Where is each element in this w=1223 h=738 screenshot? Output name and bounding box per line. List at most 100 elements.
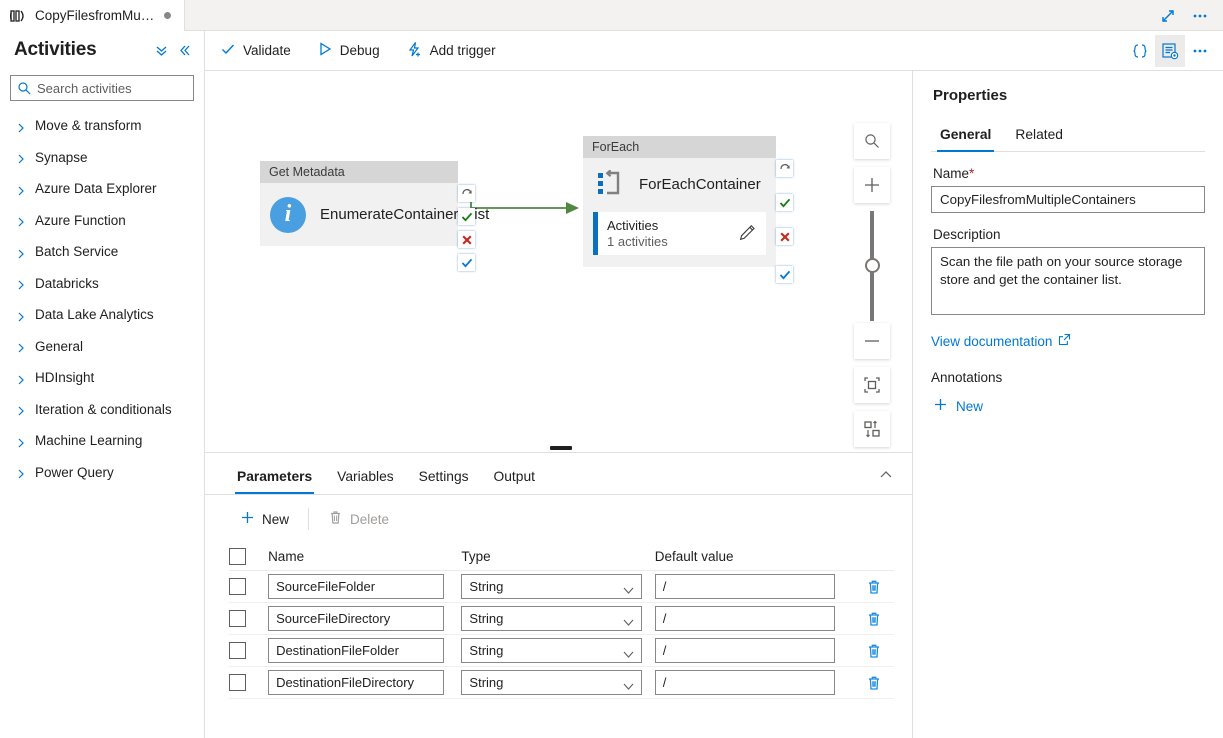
zoom-out-icon[interactable] [854, 323, 890, 359]
zoom-slider-thumb[interactable] [865, 258, 880, 273]
sidebar-item-azure-function[interactable]: Azure Function [0, 205, 204, 237]
sidebar-item-databricks[interactable]: Databricks [0, 268, 204, 300]
sidebar-item-general[interactable]: General [0, 331, 204, 363]
parameter-default-input[interactable] [654, 606, 835, 631]
parameter-name-input[interactable] [268, 606, 445, 631]
new-parameter-button[interactable]: New [231, 504, 298, 534]
sidebar-item-power-query[interactable]: Power Query [0, 457, 204, 489]
external-link-icon [1058, 333, 1071, 349]
pipeline-name-input[interactable] [931, 186, 1205, 213]
new-label: New [262, 511, 290, 527]
chevron-right-icon [16, 152, 26, 164]
delete-parameter-button[interactable]: Delete [319, 504, 398, 534]
debug-button[interactable]: Debug [306, 35, 391, 67]
retry-icon[interactable] [776, 160, 793, 177]
failure-x-icon[interactable] [458, 231, 475, 248]
row-checkbox[interactable] [229, 674, 246, 691]
plus-icon [240, 510, 255, 528]
row-checkbox[interactable] [229, 610, 246, 627]
tab-output[interactable]: Output [484, 469, 545, 494]
annotations-label: Annotations [931, 370, 1003, 385]
parameter-type-select[interactable]: String [461, 638, 643, 663]
zoom-in-icon[interactable] [854, 167, 890, 203]
validate-button[interactable]: Validate [209, 35, 302, 67]
select-all-checkbox[interactable] [229, 548, 246, 565]
pipeline-description-textarea[interactable]: Scan the file path on your source storag… [931, 247, 1205, 315]
zoom-search-icon[interactable] [854, 123, 890, 159]
sidebar-item-azure-data-explorer[interactable]: Azure Data Explorer [0, 173, 204, 205]
expand-icon[interactable] [1153, 2, 1183, 30]
parameter-type-select[interactable]: String [461, 574, 643, 599]
retry-icon[interactable] [458, 185, 475, 202]
parameter-default-input[interactable] [654, 670, 835, 695]
panel-resize-handle[interactable] [550, 446, 572, 450]
table-header-row: Name Type Default value [229, 543, 894, 571]
auto-align-icon[interactable] [854, 411, 890, 447]
properties-tabs: General Related [931, 114, 1205, 152]
search-input[interactable] [37, 80, 193, 96]
sidebar-item-machine-learning[interactable]: Machine Learning [0, 425, 204, 457]
column-header-default: Default value [654, 549, 734, 564]
sidebar-item-iteration-conditionals[interactable]: Iteration & conditionals [0, 394, 204, 426]
activity-node-get-metadata[interactable]: Get Metadata i EnumerateContainersList [260, 161, 489, 271]
success-check-icon[interactable] [776, 194, 793, 211]
tab-parameters[interactable]: Parameters [227, 469, 322, 494]
parameter-name-input[interactable] [268, 574, 445, 599]
sidebar-item-data-lake-analytics[interactable]: Data Lake Analytics [0, 299, 204, 331]
pipeline-canvas[interactable]: Get Metadata i EnumerateContainersList F… [205, 71, 912, 452]
code-view-icon[interactable] [1125, 35, 1155, 67]
more-options-icon[interactable] [1185, 35, 1215, 67]
failure-x-icon[interactable] [776, 228, 793, 245]
tab-variables[interactable]: Variables [327, 469, 404, 494]
row-checkbox[interactable] [229, 642, 246, 659]
trash-icon[interactable] [866, 675, 882, 691]
chevron-right-icon [16, 215, 26, 227]
search-activities-box[interactable] [10, 75, 194, 101]
chevron-up-icon[interactable] [878, 467, 894, 486]
tab-general[interactable]: General [931, 127, 1000, 152]
parameter-default-input[interactable] [654, 574, 835, 599]
sidebar-item-label: Data Lake Analytics [35, 307, 154, 323]
completion-check-icon[interactable] [458, 254, 475, 271]
table-row: String [229, 603, 894, 635]
row-checkbox[interactable] [229, 578, 246, 595]
search-icon [17, 81, 32, 99]
properties-panel-icon[interactable] [1155, 34, 1185, 67]
add-annotation-button[interactable]: New [931, 394, 989, 418]
sidebar-item-move-transform[interactable]: Move & transform [0, 110, 204, 142]
plus-icon [933, 397, 948, 415]
sidebar-item-synapse[interactable]: Synapse [0, 142, 204, 174]
more-options-icon[interactable] [1185, 2, 1215, 30]
sidebar-item-label: Azure Data Explorer [35, 181, 157, 197]
tab-related[interactable]: Related [1006, 127, 1072, 151]
bottom-panel: Parameters Variables Settings Output New [205, 452, 912, 738]
sidebar-item-hdinsight[interactable]: HDInsight [0, 362, 204, 394]
parameter-type-select[interactable]: String [461, 670, 643, 695]
tab-settings[interactable]: Settings [409, 469, 479, 494]
completion-check-icon[interactable] [776, 266, 793, 283]
tab-copyfiles-pipeline[interactable]: CopyFilesfromMul... [0, 0, 185, 31]
trash-icon[interactable] [866, 611, 882, 627]
parameter-default-input[interactable] [654, 638, 835, 663]
chevron-double-down-icon[interactable] [153, 42, 169, 58]
trash-icon[interactable] [866, 579, 882, 595]
fit-to-screen-icon[interactable] [854, 367, 890, 403]
view-documentation-link[interactable]: View documentation [931, 333, 1071, 349]
sidebar-item-batch-service[interactable]: Batch Service [0, 236, 204, 268]
chevron-double-left-icon[interactable] [176, 42, 192, 58]
success-check-icon[interactable] [458, 208, 475, 225]
parameter-name-input[interactable] [268, 638, 445, 663]
foreach-activities-slot[interactable]: Activities 1 activities [593, 212, 766, 255]
toolbar-divider [308, 508, 310, 530]
parameter-name-input[interactable] [268, 670, 445, 695]
sidebar-item-label: Move & transform [35, 118, 142, 134]
parameter-type-select[interactable]: String [461, 606, 643, 631]
pencil-icon[interactable] [739, 224, 756, 244]
activity-node-foreach[interactable]: ForEach ForEachContainer Activities 1 ac… [583, 136, 793, 283]
node-type-label: Get Metadata [260, 161, 458, 183]
trash-icon[interactable] [866, 643, 882, 659]
add-trigger-button[interactable]: Add trigger [395, 35, 507, 67]
command-bar: Validate Debug Add trigger [205, 31, 1223, 71]
zoom-slider[interactable] [854, 211, 890, 321]
sidebar-item-label: Power Query [35, 464, 114, 480]
